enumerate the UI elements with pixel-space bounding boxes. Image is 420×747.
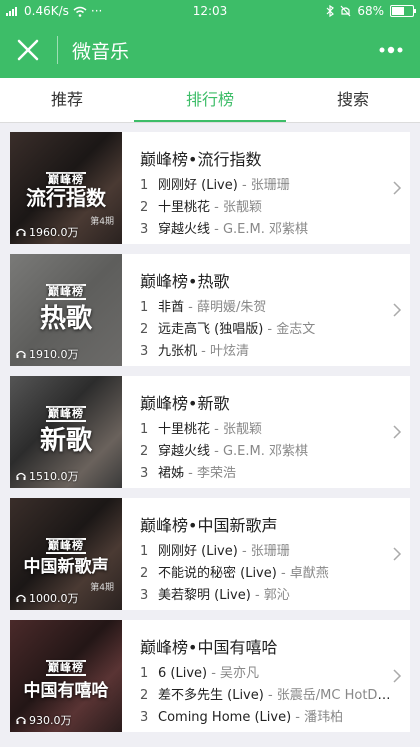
ranking-card-hot[interactable]: 巅峰榜 热歌 1910.0万 巅峰榜•热歌 1 非酋 - 薛明媛/朱贺 2 远走高飞… <box>10 254 410 366</box>
tab-search[interactable]: 搜索 <box>286 78 420 122</box>
play-count: 1000.0万 <box>16 590 79 606</box>
play-count: 1510.0万 <box>16 468 79 484</box>
cover-image: 巅峰榜 中国有嘻哈 930.0万 <box>10 620 122 732</box>
cover-text: 中国新歌声 <box>23 557 109 577</box>
page-title: 微音乐 <box>72 41 130 63</box>
cover-small-text: 第4期 <box>90 217 114 227</box>
play-count: 930.0万 <box>16 712 72 728</box>
song-item[interactable]: 3 穿越火线 - G.E.M. 邓紫棋 <box>140 218 392 237</box>
cover-image: 巅峰榜 中国新歌声 第4期 1000.0万 <box>10 498 122 610</box>
status-bar: 0.46K/s ··· 12:03 68% <box>0 0 420 22</box>
song-item[interactable]: 2 不能说的秘密 (Live) - 卓猷燕 <box>140 562 392 581</box>
cover-text: 流行指数 <box>26 186 106 210</box>
song-item[interactable]: 3 美若黎明 (Live) - 郭沁 <box>140 584 392 603</box>
cover-text: 中国有嘻哈 <box>23 681 109 701</box>
nav-divider <box>57 36 58 64</box>
card-title: 巅峰榜•新歌 <box>140 394 230 413</box>
chevron-right-icon <box>393 303 402 317</box>
chevron-right-icon <box>393 547 402 561</box>
card-title: 巅峰榜•流行指数 <box>140 150 262 169</box>
play-count: 1910.0万 <box>16 346 79 362</box>
close-icon[interactable] <box>14 36 42 64</box>
song-item[interactable]: 16 (Live) - 吴亦凡 <box>140 662 392 681</box>
song-item[interactable]: 2 穿越火线 - G.E.M. 邓紫棋 <box>140 440 392 459</box>
song-item[interactable]: 1 十里桃花 - 张靓颖 <box>140 418 392 437</box>
ranking-card-sing-china[interactable]: 巅峰榜 中国新歌声 第4期 1000.0万 巅峰榜•中国新歌声 1 刚刚好 (Li… <box>10 498 410 610</box>
card-title: 巅峰榜•中国新歌声 <box>140 516 278 535</box>
tab-underline <box>134 120 286 122</box>
song-item[interactable]: 3 裙姊 - 李荣浩 <box>140 462 392 481</box>
mute-bell-icon <box>340 5 351 17</box>
status-right: 68% <box>326 4 416 18</box>
more-icon[interactable] <box>376 36 406 64</box>
headphone-icon <box>16 228 26 236</box>
bluetooth-icon <box>326 5 335 17</box>
chevron-right-icon <box>393 669 402 683</box>
song-item[interactable]: 3 九张机 - 叶炫清 <box>140 340 392 359</box>
ranking-card-hiphop[interactable]: 巅峰榜 中国有嘻哈 930.0万 巅峰榜•中国有嘻哈 16 (Live) - 吴… <box>10 620 410 732</box>
song-item[interactable]: 2 远走高飞 (独唱版) - 金志文 <box>140 318 392 337</box>
cover-text: 新歌 <box>39 426 92 456</box>
chevron-right-icon <box>393 181 402 195</box>
song-item[interactable]: 1 刚刚好 (Live) - 张珊珊 <box>140 540 392 559</box>
tab-recommend[interactable]: 推荐 <box>0 78 134 122</box>
cover-image: 巅峰榜 新歌 1510.0万 <box>10 376 122 488</box>
chevron-right-icon <box>393 425 402 439</box>
cover-text: 热歌 <box>39 304 92 334</box>
battery-percent: 68% <box>357 4 384 18</box>
battery-icon <box>390 5 416 17</box>
headphone-icon <box>16 594 26 602</box>
headphone-icon <box>16 350 26 358</box>
headphone-icon <box>16 716 26 724</box>
song-item[interactable]: 2 差不多先生 (Live) - 张震岳/MC HotDog <box>140 684 392 703</box>
song-item[interactable]: 3 Coming Home (Live) - 潘玮柏 <box>140 706 392 725</box>
navbar: 微音乐 <box>0 22 420 78</box>
ranking-card-pop-index[interactable]: 巅峰榜 流行指数 第4期 1960.0万 巅峰榜•流行指数 1 刚刚好 (Live… <box>10 132 410 244</box>
song-item[interactable]: 2 十里桃花 - 张靓颖 <box>140 196 392 215</box>
ranking-card-new[interactable]: 巅峰榜 新歌 1510.0万 巅峰榜•新歌 1 十里桃花 - 张靓颖 2 穿越火线 … <box>10 376 410 488</box>
cover-badge: 巅峰榜 <box>46 660 86 676</box>
song-item[interactable]: 1 非酋 - 薛明媛/朱贺 <box>140 296 392 315</box>
song-item[interactable]: 1 刚刚好 (Live) - 张珊珊 <box>140 174 392 193</box>
tab-bar: 推荐 排行榜 搜索 <box>0 78 420 123</box>
cover-image: 巅峰榜 流行指数 第4期 1960.0万 <box>10 132 122 244</box>
headphone-icon <box>16 472 26 480</box>
card-title: 巅峰榜•中国有嘻哈 <box>140 638 278 657</box>
cover-image: 巅峰榜 热歌 1910.0万 <box>10 254 122 366</box>
play-count: 1960.0万 <box>16 224 79 240</box>
card-title: 巅峰榜•热歌 <box>140 272 230 291</box>
tab-rankings[interactable]: 排行榜 <box>134 78 286 122</box>
cover-small-text: 第4期 <box>90 583 114 593</box>
